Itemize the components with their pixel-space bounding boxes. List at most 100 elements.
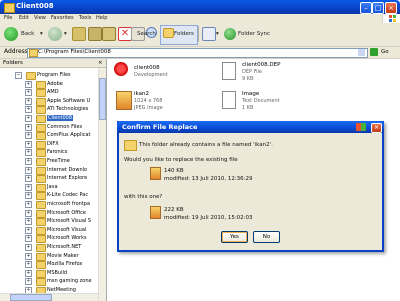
file-size: 9 KB [242,76,254,82]
client-app-icon[interactable] [114,62,128,76]
window-title: Client008 [16,2,54,10]
forward-dropdown-icon[interactable]: ▾ [64,31,67,37]
jpeg-image-icon[interactable] [116,91,132,110]
expand-icon[interactable]: + [25,201,32,208]
new-file-size: 222 KB [164,207,184,213]
tree-folder-label: FreeTime [47,158,70,164]
expand-icon[interactable]: + [25,226,32,234]
folders-button-label: Folders [174,31,194,37]
expand-icon[interactable]: + [25,115,32,122]
tree-folder-label: Microsoft Visual [47,226,87,233]
menu-favorites[interactable]: Favorites [51,15,74,21]
folder-icon [29,49,38,57]
go-button[interactable]: Go [381,49,389,55]
expand-icon[interactable]: + [25,244,32,251]
tree-vertical-scroll-thumb[interactable] [99,78,106,120]
new-file-modified: modified: 19 Juli 2010, 15:02:03 [164,215,253,221]
expand-icon[interactable]: + [25,261,32,269]
expand-icon[interactable]: + [25,158,32,165]
tree-horizontal-scroll-thumb[interactable] [10,294,52,301]
tree-folder-label: Program Files [37,72,71,78]
close-pane-icon[interactable]: × [98,60,103,66]
text-document-icon[interactable] [222,91,236,109]
expand-icon[interactable]: + [25,235,32,243]
expand-icon[interactable]: + [25,218,32,226]
file-icon[interactable] [222,62,236,80]
windows-logo-icon [356,123,366,131]
tree-folder-label: K-Lite Codec Pac [47,192,89,199]
expand-icon[interactable]: + [25,166,32,174]
expand-icon[interactable]: + [25,80,32,88]
expand-icon[interactable]: + [25,278,32,286]
folders-pane-title: Folders [3,60,23,66]
expand-icon[interactable]: + [25,175,32,183]
back-arrow-icon[interactable] [4,27,18,41]
tree-folder-label: Microsoft Works [47,235,87,242]
search-button-label[interactable]: Search [137,31,156,37]
copy-to-icon[interactable] [102,27,116,41]
minimize-button[interactable]: – [360,2,372,14]
existing-file-size: 140 KB [164,168,184,174]
menu-file[interactable]: File [4,15,12,21]
tree-folder-label: DIFX [47,140,59,147]
tree-folder-label: Client008 [47,115,74,121]
windows-logo-icon [382,14,400,23]
menu-help[interactable]: Help [96,15,107,21]
no-button[interactable]: No [253,231,280,243]
toolbar-separator [198,26,199,42]
address-value: C:\Program Files\Client008 [38,49,111,55]
back-button-label[interactable]: Back [21,31,34,37]
move-to-icon[interactable] [88,27,102,41]
address-dropdown-icon[interactable] [358,49,365,56]
folder-sync-label[interactable]: Folder Sync [238,31,270,37]
back-dropdown-icon[interactable]: ▾ [40,31,43,37]
expand-icon[interactable]: + [25,106,32,114]
tree-folder-label: Movie Maker [47,252,79,259]
expand-icon[interactable]: + [25,89,32,97]
tree-folder-label: MSBuild [47,269,68,276]
maximize-button[interactable]: □ [372,2,384,14]
file-type: Development [134,72,168,78]
tree-folder-label: Internet Downlo [47,166,88,173]
tree-folder-label: Java [47,183,58,190]
close-button[interactable]: × [385,2,397,14]
tree-folder-label: Apple Software U [47,97,91,104]
existing-file-modified: modified: 13 Juli 2010, 12:36:29 [164,176,253,182]
up-folder-icon[interactable] [72,27,86,41]
window-titlebar [0,0,400,14]
forward-arrow-icon[interactable] [48,27,62,41]
dialog-close-button[interactable]: × [371,123,382,133]
expand-icon[interactable]: + [25,252,32,260]
collapse-icon[interactable]: − [15,72,22,79]
menu-edit[interactable]: Edit [19,15,29,21]
yes-button[interactable]: Yes [221,231,248,243]
expand-icon[interactable]: + [25,149,32,157]
expand-icon[interactable]: + [25,183,32,191]
expand-icon[interactable]: + [25,97,32,105]
dialog-title: Confirm File Replace [122,123,198,131]
views-icon[interactable] [202,27,216,41]
expand-icon[interactable]: + [25,192,32,200]
folder-sync-icon[interactable] [224,28,236,40]
go-arrow-icon[interactable] [370,48,378,56]
tree-folder-label: msn gaming zone [47,278,92,285]
file-name[interactable]: ikan2 [134,91,149,97]
tree-folder-label: Mozilla Firefox [47,261,83,268]
image-dimensions: 1024 x 768 [134,98,163,104]
expand-icon[interactable]: + [25,123,32,131]
expand-icon[interactable]: + [25,209,32,217]
file-name[interactable]: client008.DEP [242,62,280,68]
tree-folder-label: Microsoft Office [47,209,86,216]
expand-icon[interactable]: + [25,132,32,140]
tree-folder-label: Adobe [47,80,63,87]
file-name[interactable]: Image [242,91,259,97]
dialog-question: Would you like to replace the existing f… [124,157,238,163]
expand-icon[interactable]: + [25,140,32,148]
views-dropdown-icon[interactable]: ▾ [216,31,219,37]
jpeg-image-icon [150,167,161,180]
menu-tools[interactable]: Tools [79,15,91,21]
menu-view[interactable]: View [34,15,46,21]
delete-icon[interactable]: ✕ [118,27,132,41]
file-name[interactable]: client008 [134,65,160,71]
expand-icon[interactable]: + [25,269,32,277]
